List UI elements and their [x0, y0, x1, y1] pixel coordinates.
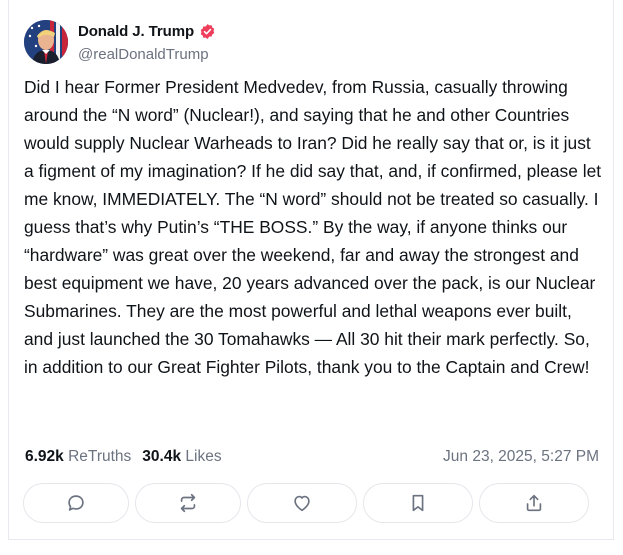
bookmark-icon: [412, 494, 424, 512]
reply-icon: [68, 495, 84, 511]
author-handle[interactable]: @realDonaldTrump: [78, 46, 209, 63]
post-text: Did I hear Former President Medvedev, fr…: [24, 77, 602, 377]
share-icon: [526, 494, 542, 512]
reply-button[interactable]: [23, 483, 129, 523]
retruth-button[interactable]: [135, 483, 241, 523]
author-row: Donald J. Trump: [78, 23, 216, 40]
post-stats: 6.92k ReTruths 30.4k Likes: [25, 448, 222, 466]
post-timestamp[interactable]: Jun 23, 2025, 5:27 PM: [443, 448, 599, 466]
like-button[interactable]: [247, 483, 357, 523]
retruths-count[interactable]: 6.92k: [25, 448, 64, 466]
likes-label[interactable]: Likes: [185, 448, 221, 466]
retruths-label[interactable]: ReTruths: [68, 448, 131, 466]
share-button[interactable]: [479, 483, 589, 523]
verified-badge-icon: [199, 23, 216, 40]
author-name[interactable]: Donald J. Trump: [78, 23, 194, 40]
divider: [8, 539, 614, 540]
bookmark-button[interactable]: [363, 483, 473, 523]
avatar-image: [24, 20, 68, 64]
repost-icon: [180, 493, 196, 513]
likes-count[interactable]: 30.4k: [142, 448, 181, 466]
action-bar: [23, 483, 589, 523]
heart-icon: [294, 495, 310, 512]
avatar[interactable]: [24, 20, 68, 64]
